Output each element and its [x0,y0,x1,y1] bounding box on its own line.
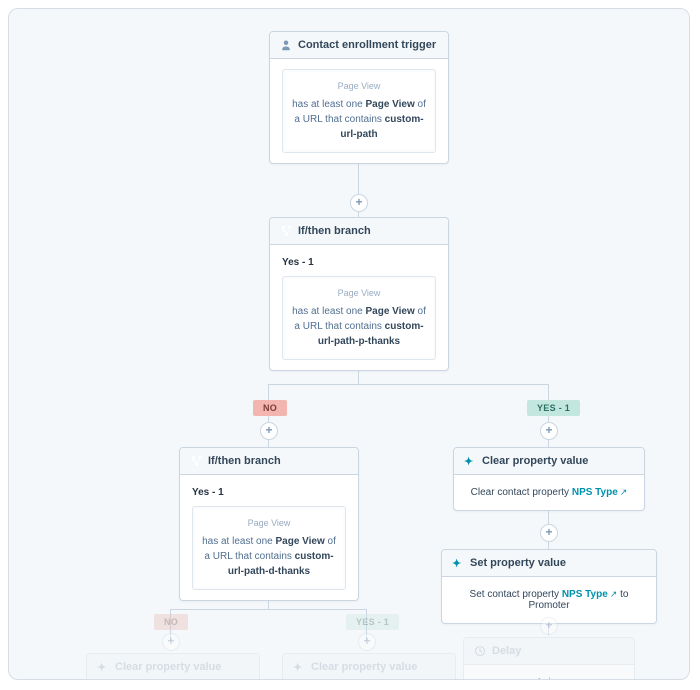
sparkle-icon: ✦ [452,557,464,569]
clock-icon [474,645,486,657]
if-then-branch-card[interactable]: If/then branch Yes - 1 Page View has at … [269,217,449,371]
card-title: Contact enrollment trigger [298,39,436,51]
clear-property-card[interactable]: ✦ Clear property value Clear contact pro… [453,447,645,511]
nps-type-link[interactable]: NPS Type [562,589,608,600]
sparkle-icon: ✦ [97,661,109,673]
fork-icon [190,455,202,467]
card-header: ✦ Set property value [442,550,656,577]
card-title: Clear property value [482,455,588,467]
add-step-button[interactable]: + [350,194,368,212]
set-property-card[interactable]: ✦ Set property value Set contact propert… [441,549,657,624]
card-header: ✦ Clear property value [454,448,644,475]
connector [268,384,548,385]
card-title: Clear property value [311,661,417,673]
card-title: If/then branch [298,225,371,237]
card-header: If/then branch [180,448,358,475]
card-header: Delay [464,638,634,665]
enrollment-rule[interactable]: Page View has at least one Page View of … [282,69,436,153]
user-icon [280,39,292,51]
rule-title: Page View [289,80,429,94]
sparkle-icon: ✦ [464,455,476,467]
card-title: If/then branch [208,455,281,467]
sparkle-icon: ✦ [293,661,305,673]
clear-property-card[interactable]: ✦ Clear property value Clear contact pro… [282,653,456,680]
branch-rule[interactable]: Page View has at least one Page View of … [192,506,346,590]
branch-tag-yes[interactable]: YES - 1 [527,400,580,416]
rule-title: Page View [199,517,339,531]
add-step-button[interactable]: + [162,633,180,651]
card-header: If/then branch [270,218,448,245]
workflow-canvas[interactable]: Contact enrollment trigger Page View has… [8,8,690,680]
card-header: ✦ Clear property value [283,654,455,680]
nps-type-link[interactable]: NPS Type [572,487,618,498]
card-title: Delay [492,645,521,657]
add-step-button[interactable]: + [358,633,376,651]
enrollment-trigger-card[interactable]: Contact enrollment trigger Page View has… [269,31,449,164]
rule-title: Page View [289,287,429,301]
card-header: Contact enrollment trigger [270,32,448,59]
branch-tag-no[interactable]: NO [253,400,287,416]
card-title: Set property value [470,557,566,569]
add-step-button[interactable]: + [540,422,558,440]
if-then-branch-card[interactable]: If/then branch Yes - 1 Page View has at … [179,447,359,601]
branch-tag-no[interactable]: NO [154,614,188,630]
card-header: ✦ Clear property value [87,654,259,680]
delay-value: 1 day [464,665,634,680]
card-title: Clear property value [115,661,221,673]
branch-rule[interactable]: Page View has at least one Page View of … [282,276,436,360]
add-step-button[interactable]: + [540,524,558,542]
add-step-button[interactable]: + [260,422,278,440]
connector [170,609,366,610]
branch-subhead: Yes - 1 [282,257,436,268]
delay-card[interactable]: Delay 1 day [463,637,635,680]
fork-icon [280,225,292,237]
branch-tag-yes[interactable]: YES - 1 [346,614,399,630]
add-step-button[interactable]: + [540,617,558,635]
external-icon: ↗ [620,487,628,497]
clear-property-card[interactable]: ✦ Clear property value Clear contact pro… [86,653,260,680]
branch-subhead: Yes - 1 [192,487,346,498]
